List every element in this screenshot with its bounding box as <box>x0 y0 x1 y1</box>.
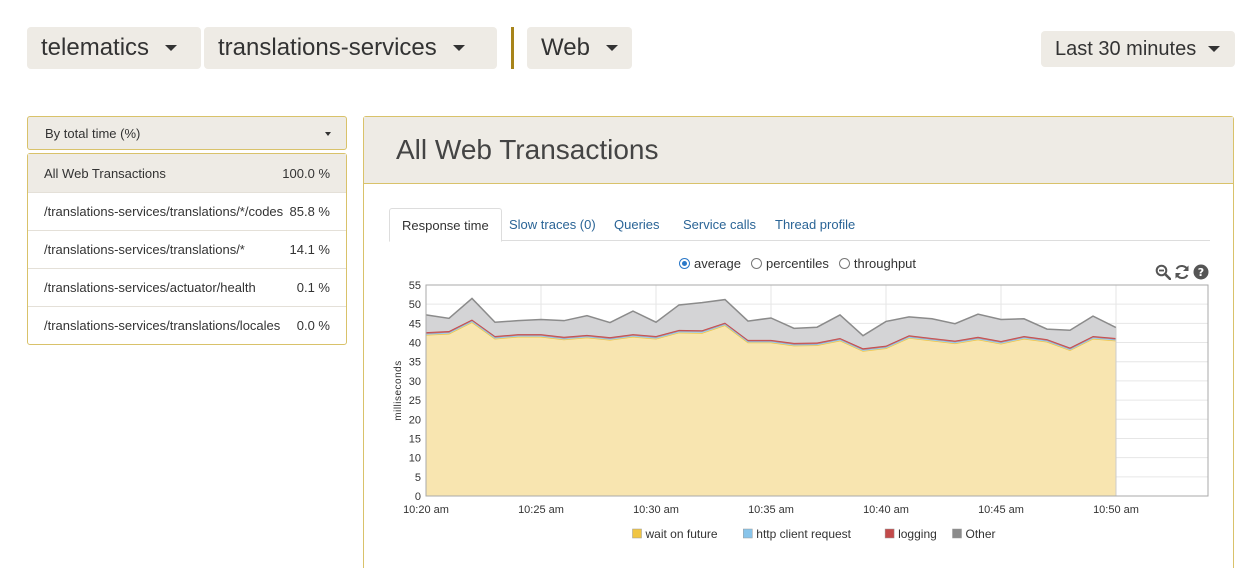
series-area <box>426 322 1116 496</box>
legend-label: logging <box>898 527 937 541</box>
y-tick-label: 0 <box>415 491 421 503</box>
legend-label: wait on future <box>645 527 718 541</box>
x-tick-label: 10:45 am <box>978 504 1024 516</box>
y-tick-label: 35 <box>409 357 421 369</box>
legend-label: http client request <box>756 527 851 541</box>
response-time-chart[interactable]: 0 5 10 15 20 25 30 35 40 45 50 55 10:20 am 10:25 am 10… <box>0 0 1260 568</box>
y-tick-label: 30 <box>409 376 421 388</box>
y-tick-label: 25 <box>409 395 421 407</box>
legend-swatch <box>743 528 753 539</box>
x-tick-label: 10:30 am <box>633 504 679 516</box>
y-tick-label: 55 <box>409 280 421 292</box>
x-tick-label: 10:20 am <box>403 504 449 516</box>
y-tick-label: 20 <box>409 414 421 426</box>
y-tick-label: 45 <box>409 318 421 330</box>
x-tick-label: 10:50 am <box>1093 504 1139 516</box>
y-tick-label: 40 <box>409 338 421 350</box>
legend-swatch <box>884 528 895 539</box>
legend-label: Other <box>966 527 996 541</box>
y-tick-label: 5 <box>415 472 421 484</box>
y-axis-label: milliseconds <box>393 360 404 420</box>
y-tick-label: 50 <box>409 299 421 311</box>
x-tick-label: 10:25 am <box>518 504 564 516</box>
x-tick-label: 10:40 am <box>863 504 909 516</box>
legend-swatch <box>632 528 642 539</box>
y-tick-label: 10 <box>409 453 421 465</box>
y-tick-label: 15 <box>409 433 421 445</box>
legend-swatch <box>952 528 962 539</box>
x-tick-label: 10:35 am <box>748 504 794 516</box>
